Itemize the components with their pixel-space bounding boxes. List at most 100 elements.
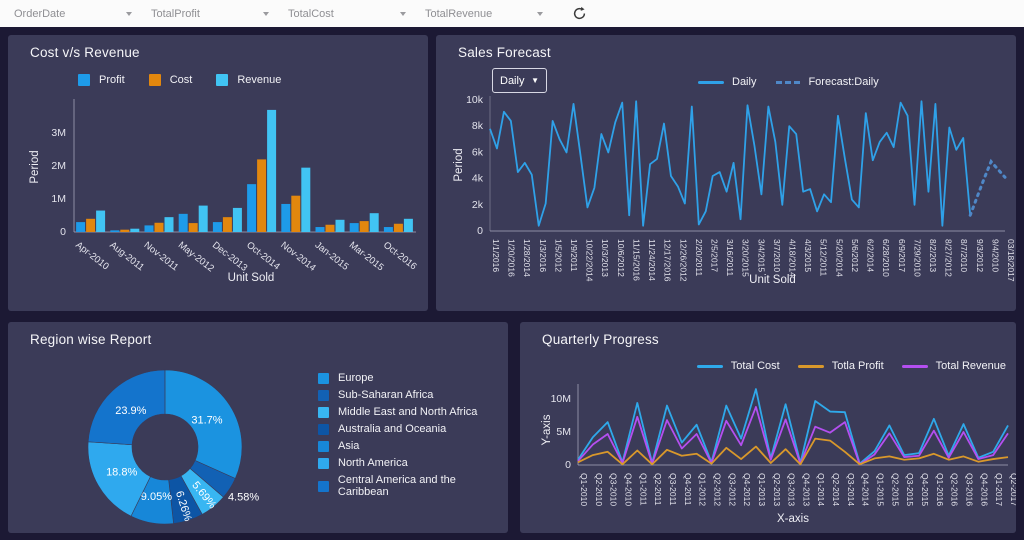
line-chart-canvas: 02k4k6k8k10k1/1/20161/20/20161/28/20141/…	[436, 35, 1016, 311]
svg-text:0: 0	[477, 225, 483, 237]
svg-text:5M: 5M	[556, 426, 571, 438]
svg-text:10/22/2014: 10/22/2014	[585, 239, 595, 282]
svg-text:1/28/2014: 1/28/2014	[522, 239, 532, 277]
svg-text:Jan-2015: Jan-2015	[313, 240, 351, 273]
filter-label: TotalCost	[288, 8, 334, 20]
filter-dropdown-totalcost[interactable]: TotalCost	[288, 4, 410, 24]
svg-text:8/2/2013: 8/2/2013	[928, 239, 938, 272]
svg-text:10k: 10k	[466, 94, 484, 106]
svg-text:6/28/2010: 6/28/2010	[881, 239, 891, 277]
svg-text:Q1-2016: Q1-2016	[935, 473, 945, 506]
svg-text:Q1-2013: Q1-2013	[757, 473, 767, 506]
svg-text:3M: 3M	[51, 127, 66, 139]
svg-text:4/18/2014: 4/18/2014	[788, 239, 798, 277]
svg-text:8k: 8k	[472, 120, 484, 132]
panel-quarterly-progress: Quarterly Progress Total Cost Totla Prof…	[520, 322, 1016, 533]
svg-text:Q2-2012: Q2-2012	[712, 473, 722, 506]
svg-text:Q2-2015: Q2-2015	[890, 473, 900, 506]
svg-text:Q4-2013: Q4-2013	[801, 473, 811, 506]
svg-text:0: 0	[565, 459, 571, 471]
svg-text:1/9/2011: 1/9/2011	[569, 239, 579, 272]
svg-text:5/6/2012: 5/6/2012	[850, 239, 860, 272]
svg-text:Q1-2010: Q1-2010	[579, 473, 589, 506]
svg-text:03/18/2017: 03/18/2017	[1006, 239, 1016, 282]
svg-text:Q2-2014: Q2-2014	[831, 473, 841, 506]
filter-dropdown-totalprofit[interactable]: TotalProfit	[151, 4, 273, 24]
svg-text:Q2-2011: Q2-2011	[653, 473, 663, 506]
line-chart-canvas: 0 5M 10M Q1-2010 Q2-2010 Q3-2010 Q4-2010 Q1-201…	[520, 322, 1016, 533]
svg-text:3/4/2015: 3/4/2015	[756, 239, 766, 272]
svg-text:3/16/2011: 3/16/2011	[725, 239, 735, 276]
svg-text:Q3-2013: Q3-2013	[787, 473, 797, 506]
svg-text:Q3-2012: Q3-2012	[727, 473, 737, 506]
svg-text:8/7/2010: 8/7/2010	[959, 239, 969, 272]
filter-bar: OrderDate TotalProfit TotalCost TotalRev…	[0, 0, 1024, 27]
svg-text:Q2-2016: Q2-2016	[950, 473, 960, 506]
refresh-button[interactable]	[568, 3, 590, 25]
svg-text:Period: Period	[29, 150, 41, 183]
refresh-icon	[572, 6, 587, 21]
svg-text:Q3-2011: Q3-2011	[668, 473, 678, 506]
svg-text:1/5/2012: 1/5/2012	[553, 239, 563, 272]
svg-text:18.8%: 18.8%	[106, 466, 137, 478]
svg-text:4/3/2015: 4/3/2015	[803, 239, 813, 272]
svg-text:Unit Sold: Unit Sold	[749, 274, 796, 286]
svg-text:Q4-2016: Q4-2016	[979, 473, 989, 506]
svg-text:6/9/2017: 6/9/2017	[897, 239, 907, 272]
svg-text:Q3-2016: Q3-2016	[965, 473, 975, 506]
svg-text:Q1-2014: Q1-2014	[816, 473, 826, 506]
svg-text:4k: 4k	[472, 173, 484, 185]
svg-text:Unit Sold: Unit Sold	[228, 272, 275, 284]
svg-text:10M: 10M	[551, 393, 571, 405]
svg-text:10/3/2013: 10/3/2013	[600, 239, 610, 277]
svg-text:2/5/2017: 2/5/2017	[709, 239, 719, 272]
svg-text:Q1-2015: Q1-2015	[876, 473, 886, 506]
svg-text:9.05%: 9.05%	[141, 491, 172, 503]
filter-dropdown-totalrevenue[interactable]: TotalRevenue	[425, 4, 547, 24]
svg-text:1/3/2016: 1/3/2016	[538, 239, 548, 272]
bar-chart-canvas: 01M2M3MApr-2010Aug-2011Nov-2011May-2012D…	[8, 35, 428, 311]
filter-label: OrderDate	[14, 8, 65, 20]
svg-text:31.7%: 31.7%	[191, 414, 222, 426]
svg-text:12/26/2012: 12/26/2012	[678, 239, 688, 282]
chevron-down-icon	[400, 12, 406, 16]
svg-text:Q2-2013: Q2-2013	[772, 473, 782, 506]
svg-text:Y-axis: Y-axis	[541, 414, 553, 445]
svg-text:8/27/2012: 8/27/2012	[944, 239, 954, 277]
svg-text:6k: 6k	[472, 146, 484, 158]
svg-text:Q3-2014: Q3-2014	[846, 473, 856, 506]
svg-text:12/17/2016: 12/17/2016	[663, 239, 673, 282]
svg-text:4.58%: 4.58%	[228, 491, 259, 503]
panel-region-wise-report: Region wise Report Europe Sub-Saharan Af…	[8, 322, 508, 533]
chevron-down-icon	[537, 12, 543, 16]
dashboard: OrderDate TotalProfit TotalCost TotalRev…	[0, 0, 1024, 540]
svg-text:Q2-2017: Q2-2017	[1009, 473, 1016, 506]
svg-text:Aug-2011: Aug-2011	[107, 240, 146, 274]
svg-text:Oct-2014: Oct-2014	[244, 240, 282, 273]
svg-text:1/1/2016: 1/1/2016	[491, 239, 501, 272]
svg-text:Apr-2010: Apr-2010	[73, 240, 111, 273]
svg-text:Period: Period	[453, 148, 465, 181]
svg-text:Q4-2010: Q4-2010	[623, 473, 633, 506]
svg-text:7/29/2010: 7/29/2010	[912, 239, 922, 277]
svg-text:Q2-2010: Q2-2010	[594, 473, 604, 506]
svg-text:1M: 1M	[51, 193, 66, 205]
svg-text:Q3-2010: Q3-2010	[609, 473, 619, 506]
svg-text:X-axis: X-axis	[777, 513, 809, 525]
svg-text:Q4-2014: Q4-2014	[861, 473, 871, 506]
svg-text:5/12/2011: 5/12/2011	[819, 239, 829, 276]
filter-dropdown-orderdate[interactable]: OrderDate	[14, 4, 136, 24]
svg-text:May-2012: May-2012	[176, 240, 216, 275]
svg-text:1/20/2016: 1/20/2016	[507, 239, 517, 277]
svg-text:2/20/2011: 2/20/2011	[694, 239, 704, 276]
filter-label: TotalRevenue	[425, 8, 492, 20]
svg-text:Mar-2015: Mar-2015	[347, 240, 386, 274]
panel-sales-forecast: Sales Forecast Daily ▼ Daily Forecast:Da…	[436, 35, 1016, 311]
svg-text:Q3-2015: Q3-2015	[905, 473, 915, 506]
svg-text:Q4-2011: Q4-2011	[683, 473, 693, 506]
panel-cost-vs-revenue: Cost v/s Revenue Profit Cost Revenue 01M…	[8, 35, 428, 311]
svg-text:9/4/2010: 9/4/2010	[990, 239, 1000, 272]
svg-text:2M: 2M	[51, 160, 66, 172]
svg-text:0: 0	[60, 226, 66, 238]
svg-text:23.9%: 23.9%	[115, 405, 146, 417]
